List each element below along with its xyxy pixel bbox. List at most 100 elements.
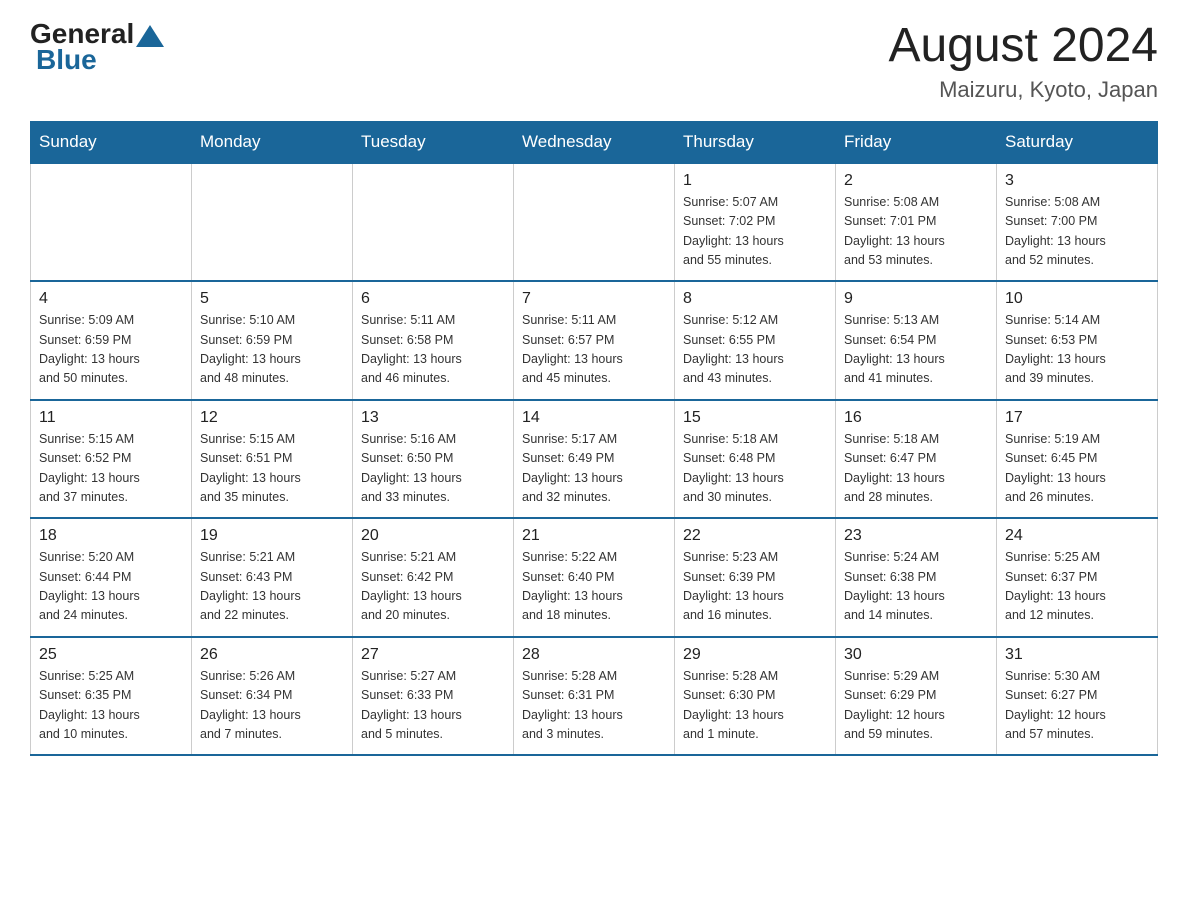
calendar-week-1: 1Sunrise: 5:07 AMSunset: 7:02 PMDaylight…	[31, 163, 1158, 282]
calendar-cell: 30 Sunrise: 5:29 AMSunset: 6:29 PMDayligh…	[836, 637, 997, 756]
day-info: Sunrise: 5:23 AMSunset: 6:39 PMDaylight:…	[683, 548, 827, 626]
calendar-cell: 4 Sunrise: 5:09 AMSunset: 6:59 PMDaylight…	[31, 281, 192, 400]
day-number: 1	[683, 172, 827, 190]
day-number: 25	[39, 646, 183, 664]
calendar-cell: 6Sunrise: 5:11 AMSunset: 6:58 PMDaylight…	[353, 281, 514, 400]
calendar-cell: 29Sunrise: 5:28 AMSunset: 6:30 PMDayligh…	[675, 637, 836, 756]
day-info: Sunrise: 5:16 AMSunset: 6:50 PMDaylight:…	[361, 430, 505, 508]
calendar-cell: 10 Sunrise: 5:14 AMSunset: 6:53 PMDayligh…	[997, 281, 1158, 400]
day-number: 28	[522, 646, 666, 664]
day-info: Sunrise: 5:11 AMSunset: 6:57 PMDaylight:…	[522, 311, 666, 389]
calendar-cell: 13 Sunrise: 5:16 AMSunset: 6:50 PMDayligh…	[353, 400, 514, 519]
calendar-cell	[192, 163, 353, 282]
day-info: Sunrise: 5:25 AMSunset: 6:37 PMDaylight:…	[1005, 548, 1149, 626]
logo: General Blue	[30, 20, 166, 76]
day-number: 10	[1005, 290, 1149, 308]
calendar-cell: 15 Sunrise: 5:18 AMSunset: 6:48 PMDayligh…	[675, 400, 836, 519]
page-header: General Blue August 2024 Maizuru, Kyoto,…	[30, 20, 1158, 103]
calendar-cell: 26Sunrise: 5:26 AMSunset: 6:34 PMDayligh…	[192, 637, 353, 756]
title-block: August 2024 Maizuru, Kyoto, Japan	[888, 20, 1158, 103]
calendar-cell	[353, 163, 514, 282]
day-info: Sunrise: 5:14 AMSunset: 6:53 PMDaylight:…	[1005, 311, 1149, 389]
day-number: 19	[200, 527, 344, 545]
day-info: Sunrise: 5:15 AMSunset: 6:52 PMDaylight:…	[39, 430, 183, 508]
calendar-cell	[31, 163, 192, 282]
calendar-cell: 16Sunrise: 5:18 AMSunset: 6:47 PMDayligh…	[836, 400, 997, 519]
day-info: Sunrise: 5:24 AMSunset: 6:38 PMDaylight:…	[844, 548, 988, 626]
day-info: Sunrise: 5:08 AMSunset: 7:01 PMDaylight:…	[844, 193, 988, 271]
day-number: 15	[683, 409, 827, 427]
calendar-cell: 22 Sunrise: 5:23 AMSunset: 6:39 PMDayligh…	[675, 518, 836, 637]
calendar-week-5: 25 Sunrise: 5:25 AMSunset: 6:35 PMDayligh…	[31, 637, 1158, 756]
calendar-cell: 27Sunrise: 5:27 AMSunset: 6:33 PMDayligh…	[353, 637, 514, 756]
calendar-cell: 8 Sunrise: 5:12 AMSunset: 6:55 PMDaylight…	[675, 281, 836, 400]
day-number: 24	[1005, 527, 1149, 545]
calendar-header-wednesday: Wednesday	[514, 121, 675, 163]
day-number: 12	[200, 409, 344, 427]
day-number: 31	[1005, 646, 1149, 664]
day-number: 22	[683, 527, 827, 545]
day-info: Sunrise: 5:22 AMSunset: 6:40 PMDaylight:…	[522, 548, 666, 626]
day-number: 5	[200, 290, 344, 308]
calendar-cell: 20Sunrise: 5:21 AMSunset: 6:42 PMDayligh…	[353, 518, 514, 637]
calendar-cell	[514, 163, 675, 282]
day-number: 30	[844, 646, 988, 664]
calendar-week-2: 4 Sunrise: 5:09 AMSunset: 6:59 PMDaylight…	[31, 281, 1158, 400]
calendar-cell: 25 Sunrise: 5:25 AMSunset: 6:35 PMDayligh…	[31, 637, 192, 756]
day-number: 6	[361, 290, 505, 308]
day-number: 20	[361, 527, 505, 545]
day-info: Sunrise: 5:15 AMSunset: 6:51 PMDaylight:…	[200, 430, 344, 508]
calendar-cell: 31 Sunrise: 5:30 AMSunset: 6:27 PMDayligh…	[997, 637, 1158, 756]
calendar-header-monday: Monday	[192, 121, 353, 163]
calendar-table: SundayMondayTuesdayWednesdayThursdayFrid…	[30, 121, 1158, 757]
day-info: Sunrise: 5:30 AMSunset: 6:27 PMDaylight:…	[1005, 667, 1149, 745]
day-info: Sunrise: 5:25 AMSunset: 6:35 PMDaylight:…	[39, 667, 183, 745]
day-info: Sunrise: 5:13 AMSunset: 6:54 PMDaylight:…	[844, 311, 988, 389]
calendar-cell: 19 Sunrise: 5:21 AMSunset: 6:43 PMDayligh…	[192, 518, 353, 637]
day-info: Sunrise: 5:29 AMSunset: 6:29 PMDaylight:…	[844, 667, 988, 745]
day-number: 3	[1005, 172, 1149, 190]
day-info: Sunrise: 5:28 AMSunset: 6:30 PMDaylight:…	[683, 667, 827, 745]
calendar-header-row: SundayMondayTuesdayWednesdayThursdayFrid…	[31, 121, 1158, 163]
logo-triangle-icon	[136, 25, 164, 47]
day-info: Sunrise: 5:08 AMSunset: 7:00 PMDaylight:…	[1005, 193, 1149, 271]
calendar-cell: 14Sunrise: 5:17 AMSunset: 6:49 PMDayligh…	[514, 400, 675, 519]
calendar-cell: 18 Sunrise: 5:20 AMSunset: 6:44 PMDayligh…	[31, 518, 192, 637]
calendar-cell: 1Sunrise: 5:07 AMSunset: 7:02 PMDaylight…	[675, 163, 836, 282]
calendar-cell: 28 Sunrise: 5:28 AMSunset: 6:31 PMDayligh…	[514, 637, 675, 756]
calendar-cell: 5 Sunrise: 5:10 AMSunset: 6:59 PMDaylight…	[192, 281, 353, 400]
day-number: 4	[39, 290, 183, 308]
calendar-cell: 9Sunrise: 5:13 AMSunset: 6:54 PMDaylight…	[836, 281, 997, 400]
day-info: Sunrise: 5:20 AMSunset: 6:44 PMDaylight:…	[39, 548, 183, 626]
day-number: 23	[844, 527, 988, 545]
calendar-week-3: 11 Sunrise: 5:15 AMSunset: 6:52 PMDayligh…	[31, 400, 1158, 519]
day-info: Sunrise: 5:10 AMSunset: 6:59 PMDaylight:…	[200, 311, 344, 389]
calendar-cell: 7 Sunrise: 5:11 AMSunset: 6:57 PMDaylight…	[514, 281, 675, 400]
day-info: Sunrise: 5:09 AMSunset: 6:59 PMDaylight:…	[39, 311, 183, 389]
day-info: Sunrise: 5:18 AMSunset: 6:48 PMDaylight:…	[683, 430, 827, 508]
location-subtitle: Maizuru, Kyoto, Japan	[888, 77, 1158, 103]
logo-blue-text: Blue	[36, 44, 97, 75]
calendar-header-tuesday: Tuesday	[353, 121, 514, 163]
day-number: 27	[361, 646, 505, 664]
calendar-cell: 11 Sunrise: 5:15 AMSunset: 6:52 PMDayligh…	[31, 400, 192, 519]
day-info: Sunrise: 5:21 AMSunset: 6:43 PMDaylight:…	[200, 548, 344, 626]
calendar-cell: 23 Sunrise: 5:24 AMSunset: 6:38 PMDayligh…	[836, 518, 997, 637]
day-info: Sunrise: 5:19 AMSunset: 6:45 PMDaylight:…	[1005, 430, 1149, 508]
calendar-cell: 24 Sunrise: 5:25 AMSunset: 6:37 PMDayligh…	[997, 518, 1158, 637]
day-number: 26	[200, 646, 344, 664]
day-number: 13	[361, 409, 505, 427]
day-info: Sunrise: 5:28 AMSunset: 6:31 PMDaylight:…	[522, 667, 666, 745]
day-number: 14	[522, 409, 666, 427]
calendar-cell: 17Sunrise: 5:19 AMSunset: 6:45 PMDayligh…	[997, 400, 1158, 519]
day-info: Sunrise: 5:18 AMSunset: 6:47 PMDaylight:…	[844, 430, 988, 508]
calendar-header-sunday: Sunday	[31, 121, 192, 163]
day-number: 7	[522, 290, 666, 308]
calendar-week-4: 18 Sunrise: 5:20 AMSunset: 6:44 PMDayligh…	[31, 518, 1158, 637]
day-info: Sunrise: 5:12 AMSunset: 6:55 PMDaylight:…	[683, 311, 827, 389]
day-number: 18	[39, 527, 183, 545]
calendar-cell: 21 Sunrise: 5:22 AMSunset: 6:40 PMDayligh…	[514, 518, 675, 637]
day-number: 8	[683, 290, 827, 308]
day-number: 21	[522, 527, 666, 545]
day-number: 11	[39, 409, 183, 427]
